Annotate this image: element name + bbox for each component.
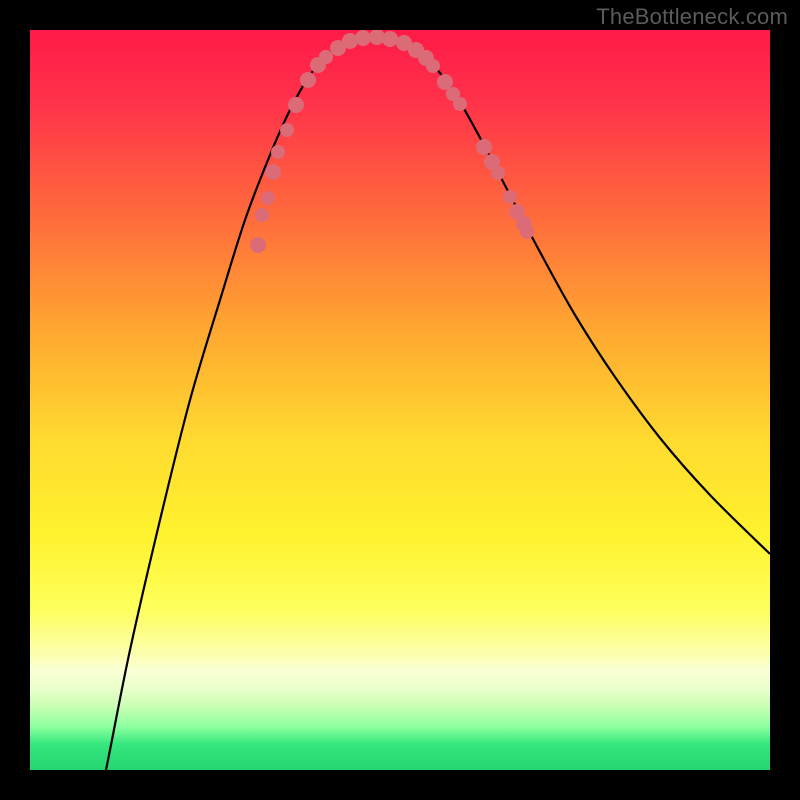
- plot-area: [30, 30, 770, 770]
- data-point: [250, 237, 266, 253]
- data-point: [288, 97, 304, 113]
- data-point: [280, 123, 294, 137]
- scatter-dots: [250, 30, 534, 253]
- data-point: [255, 208, 269, 222]
- attribution-text: TheBottleneck.com: [596, 4, 788, 30]
- bottleneck-curve: [102, 36, 770, 770]
- data-point: [503, 190, 517, 204]
- data-point: [271, 145, 285, 159]
- data-point: [261, 191, 275, 205]
- data-point: [319, 50, 333, 64]
- data-point: [453, 97, 467, 111]
- data-point: [382, 31, 398, 47]
- data-point: [426, 59, 440, 73]
- data-point: [476, 139, 492, 155]
- data-point: [300, 72, 316, 88]
- data-point: [265, 164, 281, 180]
- data-point: [355, 30, 371, 46]
- chart-frame: TheBottleneck.com: [0, 0, 800, 800]
- data-point: [491, 166, 505, 180]
- data-point: [520, 225, 534, 239]
- curve-layer: [30, 30, 770, 770]
